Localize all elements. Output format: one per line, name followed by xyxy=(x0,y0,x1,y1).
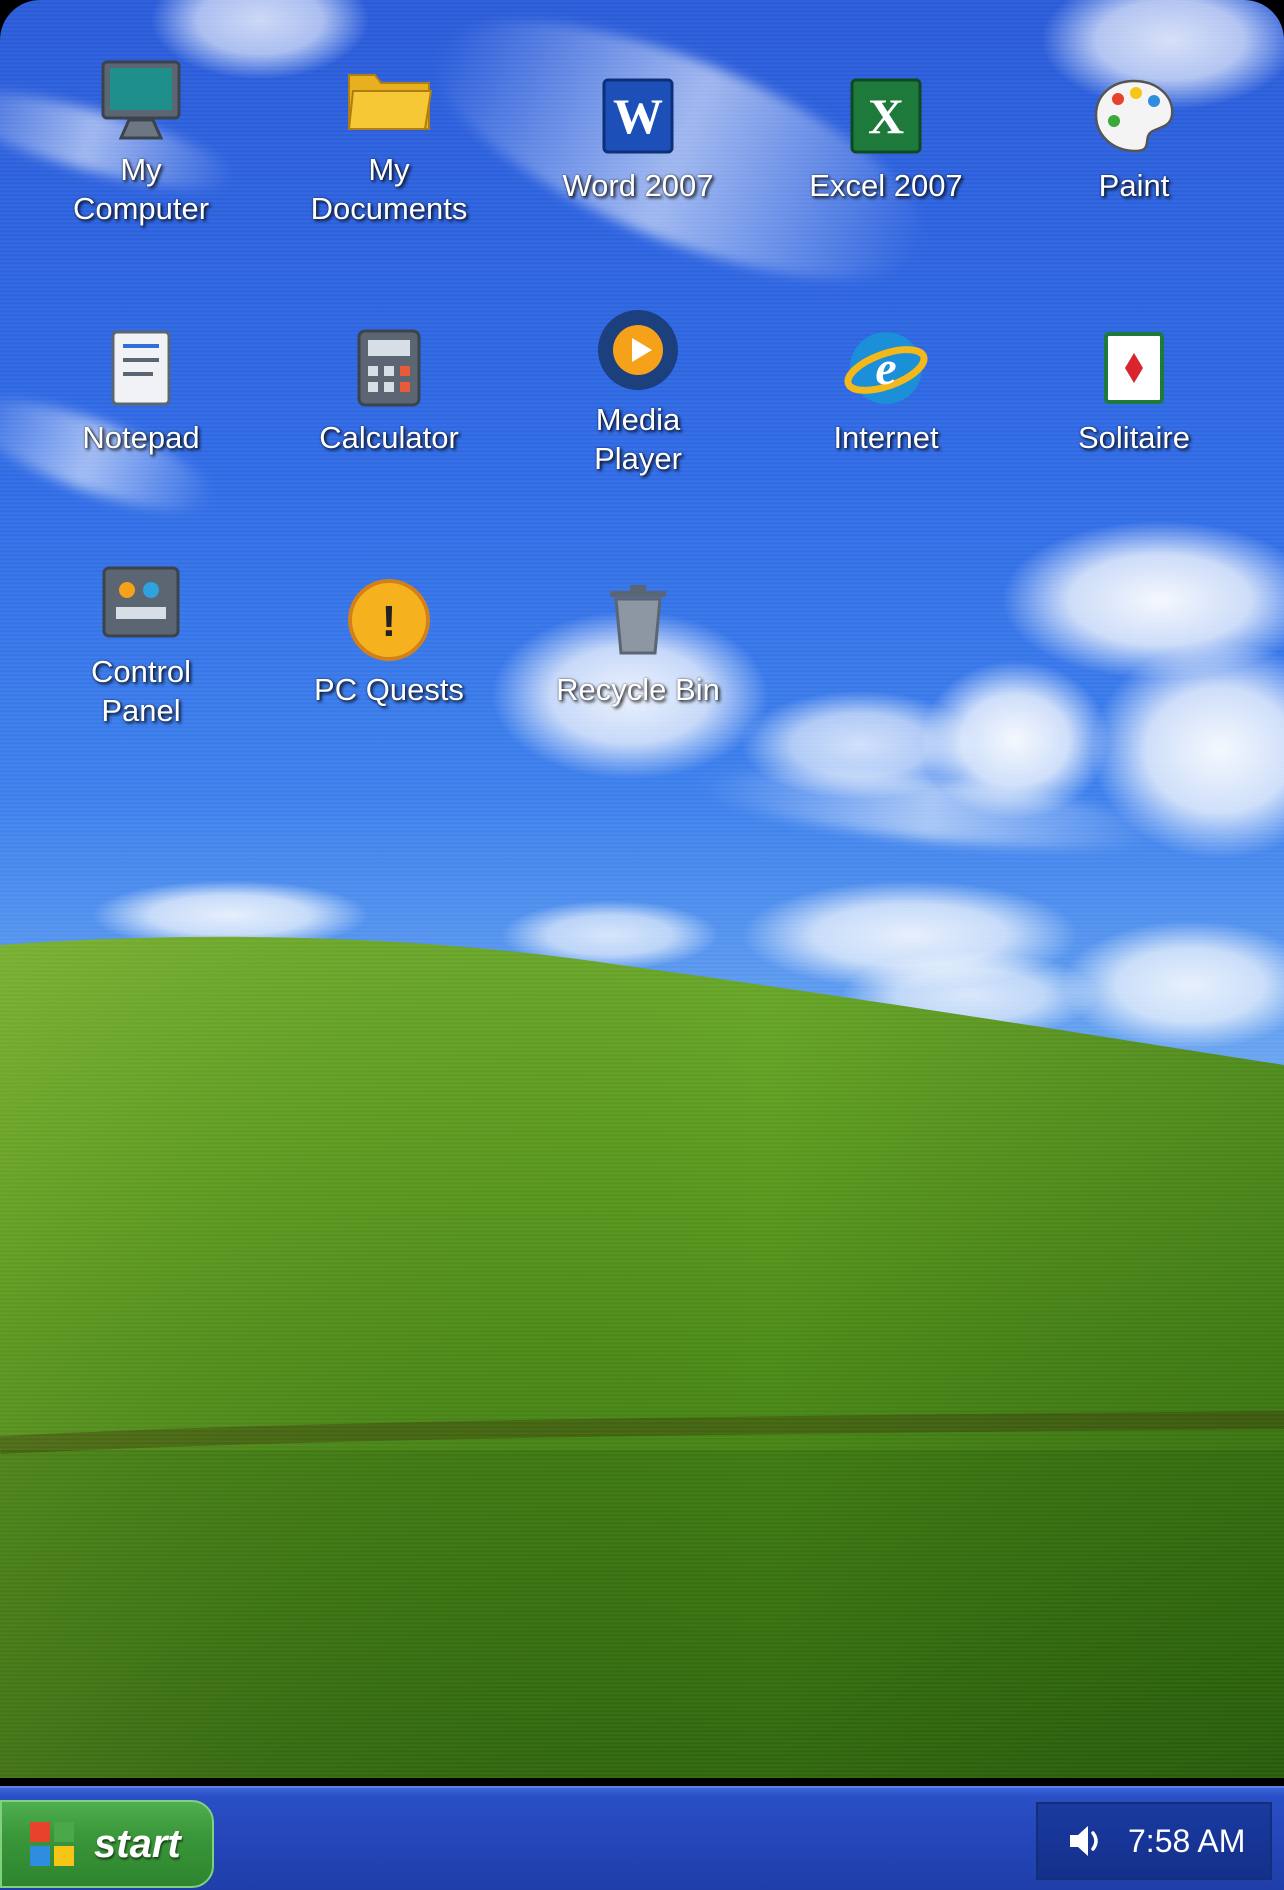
desktop-icon-internet[interactable]: e Internet xyxy=(776,324,996,457)
start-label: start xyxy=(94,1821,181,1866)
desktop-icon-label: Media Player xyxy=(594,402,682,476)
excel-icon: X xyxy=(842,72,930,160)
computer-icon xyxy=(97,56,185,144)
volume-icon[interactable] xyxy=(1066,1821,1106,1861)
desktop-icon-my-computer[interactable]: My Computer xyxy=(31,56,251,228)
desktop-icon-solitaire[interactable]: Solitaire xyxy=(1024,324,1244,457)
desktop-icon-notepad[interactable]: Notepad xyxy=(31,324,251,457)
desktop-icon-label: My Computer xyxy=(72,152,210,226)
desktop-icon-my-documents[interactable]: My Documents xyxy=(279,56,499,228)
notepad-icon xyxy=(97,324,185,412)
desktop-icon-control-panel[interactable]: Control Panel xyxy=(31,558,251,730)
desktop-icon-label: PC Quests xyxy=(314,672,464,707)
start-button[interactable]: start xyxy=(0,1800,214,1888)
solitaire-card-icon xyxy=(1090,324,1178,412)
desktop-icon-calculator[interactable]: Calculator xyxy=(279,324,499,457)
media-player-icon xyxy=(594,306,682,394)
desktop-icon-label: Excel 2007 xyxy=(809,168,963,203)
desktop-wallpaper[interactable]: My Computer My Documents W Word 2007 X E… xyxy=(0,0,1284,1778)
desktop-icon-label: Solitaire xyxy=(1078,420,1190,455)
palette-icon xyxy=(1090,72,1178,160)
desktop-icon-paint[interactable]: Paint xyxy=(1024,72,1244,205)
desktop-icon-label: Control Panel xyxy=(91,654,191,728)
desktop-icon-excel-2007[interactable]: X Excel 2007 xyxy=(776,72,996,205)
desktop-icon-word-2007[interactable]: W Word 2007 xyxy=(528,72,748,205)
system-tray: 7:58 AM xyxy=(1036,1802,1272,1880)
desktop-icon-label: Word 2007 xyxy=(562,168,714,203)
warning-icon: ! xyxy=(345,576,433,664)
screen: My Computer My Documents W Word 2007 X E… xyxy=(0,0,1284,1890)
taskbar-clock[interactable]: 7:58 AM xyxy=(1128,1823,1245,1860)
folder-icon xyxy=(345,56,433,144)
word-icon: W xyxy=(594,72,682,160)
desktop-icon-label: Internet xyxy=(833,420,939,455)
desktop-icon-grid: My Computer My Documents W Word 2007 X E… xyxy=(0,0,1284,760)
desktop-icon-label: Notepad xyxy=(82,420,200,455)
svg-text:X: X xyxy=(868,88,904,144)
taskbar-separator xyxy=(0,1778,1284,1786)
desktop-icon-label: Recycle Bin xyxy=(556,672,720,707)
control-panel-icon xyxy=(97,558,185,646)
desktop-icon-recycle-bin[interactable]: Recycle Bin xyxy=(528,576,748,709)
taskbar: start 7:58 AM xyxy=(0,1786,1284,1890)
svg-text:!: ! xyxy=(382,597,397,646)
trash-icon xyxy=(594,576,682,664)
internet-explorer-icon: e xyxy=(842,324,930,412)
windows-logo-icon xyxy=(30,1822,74,1866)
desktop-icon-label: Paint xyxy=(1098,168,1170,203)
desktop-icon-media-player[interactable]: Media Player xyxy=(528,306,748,478)
calculator-icon xyxy=(345,324,433,412)
desktop-icon-label: My Documents xyxy=(310,152,468,226)
svg-text:W: W xyxy=(613,88,663,144)
svg-text:e: e xyxy=(875,342,896,395)
desktop-icon-pc-quests[interactable]: ! PC Quests xyxy=(279,576,499,709)
desktop-icon-label: Calculator xyxy=(319,420,459,455)
